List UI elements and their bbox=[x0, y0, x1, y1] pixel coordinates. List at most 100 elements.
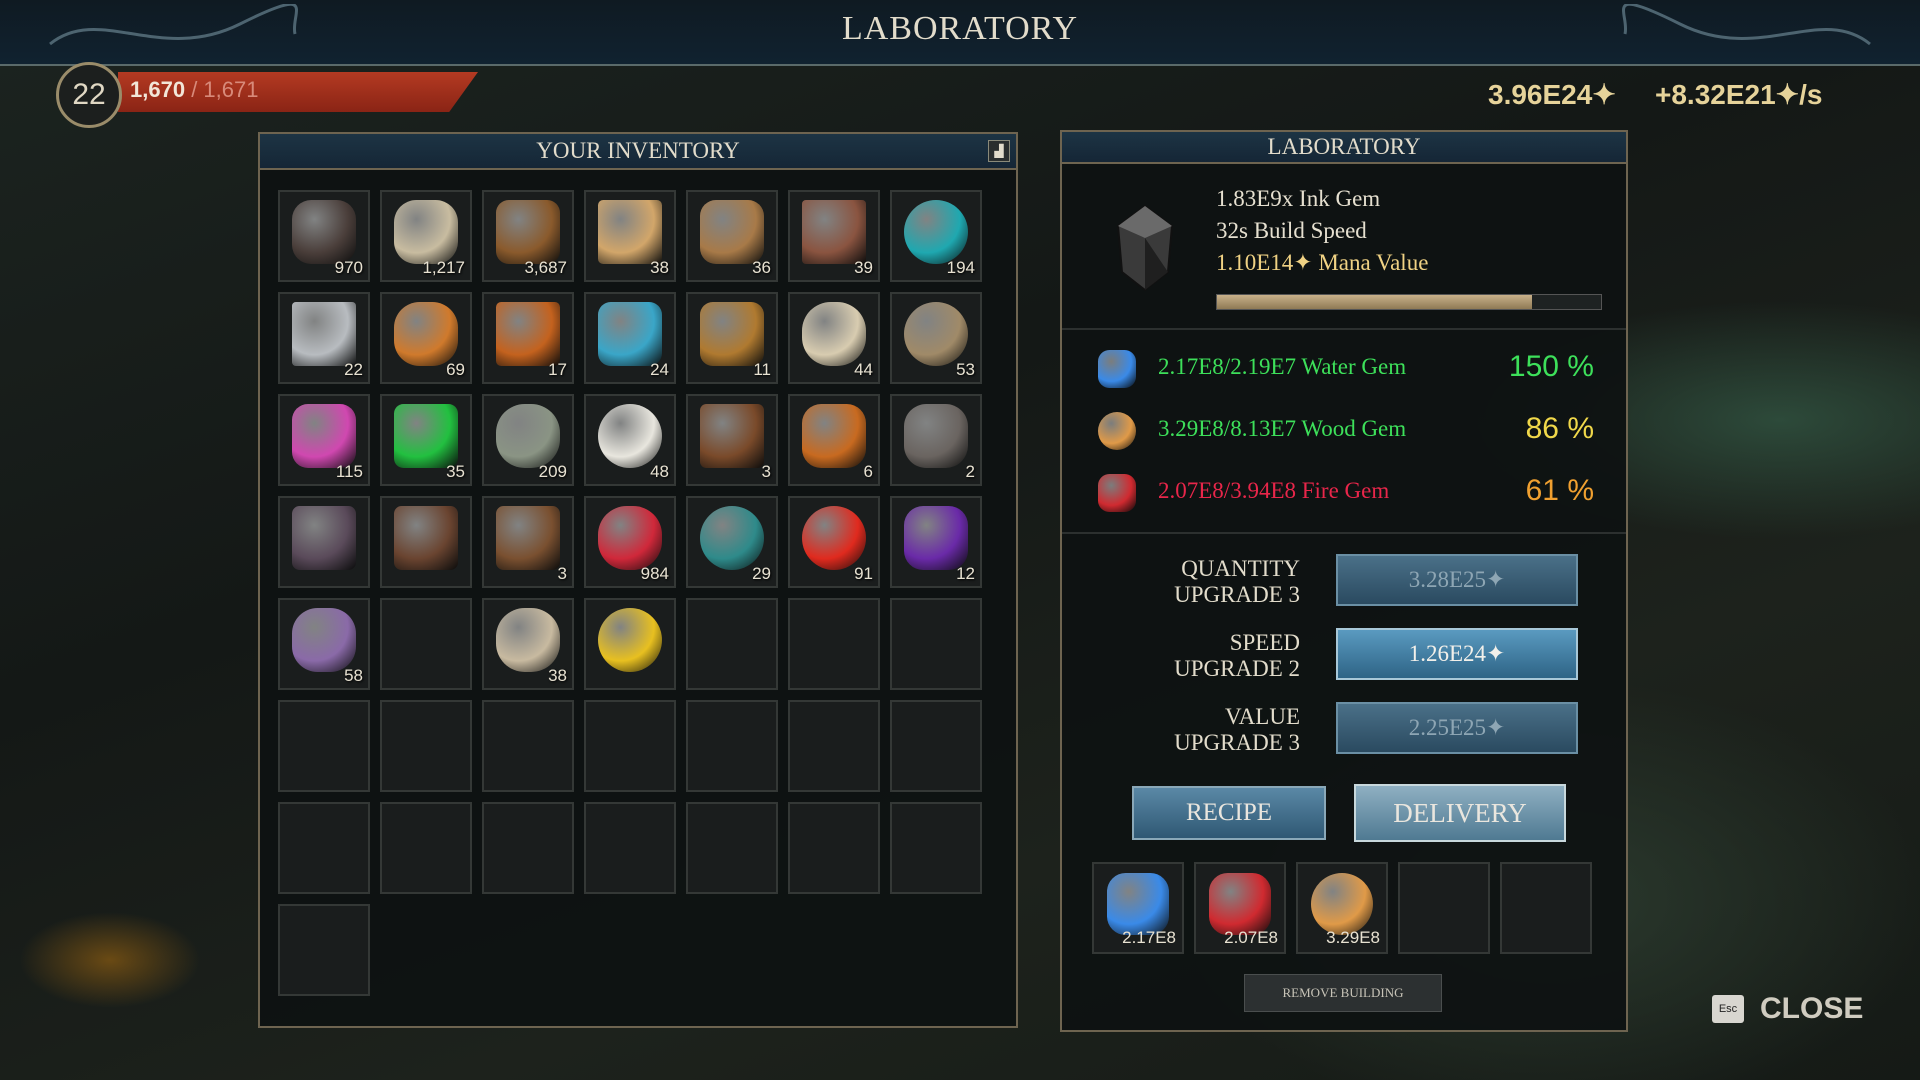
item-count: 12 bbox=[956, 564, 975, 583]
inventory-slot[interactable] bbox=[788, 598, 880, 690]
recipe-button[interactable]: RECIPE bbox=[1132, 786, 1326, 840]
remove-building-button[interactable]: REMOVE BUILDING bbox=[1244, 974, 1442, 1012]
divider bbox=[1062, 328, 1626, 330]
inventory-slot[interactable]: 24 bbox=[584, 292, 676, 384]
inventory-slot[interactable]: 3 bbox=[686, 394, 778, 486]
inventory-slot[interactable] bbox=[584, 802, 676, 894]
delivery-count: 2.17E8 bbox=[1122, 928, 1176, 947]
item-count: 22 bbox=[344, 360, 363, 379]
item-count: 2 bbox=[965, 462, 975, 481]
inventory-slot[interactable] bbox=[380, 700, 472, 792]
xp-readout: 1,670 / 1,671 bbox=[130, 77, 258, 103]
item-count: 17 bbox=[548, 360, 567, 379]
laboratory-panel: LABORATORY 1.83E9x Ink Gem 32s Build Spe… bbox=[1060, 130, 1628, 1032]
inventory-slot[interactable]: 44 bbox=[788, 292, 880, 384]
inventory-slot[interactable]: 91 bbox=[788, 496, 880, 588]
item-count: 3 bbox=[557, 564, 567, 583]
inventory-slot[interactable]: 58 bbox=[278, 598, 370, 690]
inventory-slot[interactable]: 1,217 bbox=[380, 190, 472, 282]
inventory-slot[interactable]: 17 bbox=[482, 292, 574, 384]
inventory-slot[interactable] bbox=[380, 496, 472, 588]
inventory-slot[interactable] bbox=[278, 496, 370, 588]
inventory-slot[interactable] bbox=[380, 598, 472, 690]
inventory-slot[interactable] bbox=[584, 598, 676, 690]
inventory-slot[interactable]: 3,687 bbox=[482, 190, 574, 282]
rock-icon bbox=[394, 200, 458, 264]
delivery-count: 3.29E8 bbox=[1326, 928, 1380, 947]
inventory-slot[interactable] bbox=[890, 802, 982, 894]
inventory-slot[interactable] bbox=[482, 700, 574, 792]
ink-gem-icon bbox=[1116, 204, 1174, 292]
inventory-slot[interactable]: 29 bbox=[686, 496, 778, 588]
inventory-slot[interactable]: 115 bbox=[278, 394, 370, 486]
upgrade-label-line: QUANTITY bbox=[1181, 556, 1300, 581]
delivery-slot[interactable]: 2.17E8 bbox=[1092, 862, 1184, 954]
esc-key-icon: Esc bbox=[1712, 995, 1744, 1023]
stone-icon bbox=[292, 200, 356, 264]
fire-gem-icon bbox=[1209, 873, 1271, 935]
upgrade-button[interactable]: 3.28E25✦ bbox=[1336, 554, 1578, 606]
inventory-slot[interactable]: 38 bbox=[482, 598, 574, 690]
inventory-slot[interactable] bbox=[686, 802, 778, 894]
inventory-slot[interactable] bbox=[278, 802, 370, 894]
inventory-slot[interactable] bbox=[890, 598, 982, 690]
upgrade-button[interactable]: 2.25E25✦ bbox=[1336, 702, 1578, 754]
delivery-slot[interactable]: 2.07E8 bbox=[1194, 862, 1286, 954]
inventory-slot[interactable] bbox=[788, 700, 880, 792]
inventory-slot[interactable]: 970 bbox=[278, 190, 370, 282]
inventory-slot[interactable] bbox=[482, 802, 574, 894]
stats-icon[interactable]: ▟ bbox=[988, 140, 1010, 162]
item-count: 36 bbox=[752, 258, 771, 277]
water-bucket-icon bbox=[598, 302, 662, 366]
mushroom-icon bbox=[496, 608, 560, 672]
inventory-slot[interactable]: 209 bbox=[482, 394, 574, 486]
delivery-slot[interactable]: 3.29E8 bbox=[1296, 862, 1388, 954]
inventory-slot[interactable]: 2 bbox=[890, 394, 982, 486]
item-count: 1,217 bbox=[422, 258, 465, 277]
input-gem-percent: 150 % bbox=[1508, 350, 1594, 383]
delivery-slot[interactable] bbox=[1398, 862, 1490, 954]
inventory-slot[interactable] bbox=[686, 598, 778, 690]
item-count: 91 bbox=[854, 564, 873, 583]
inventory-slot[interactable]: 38 bbox=[584, 190, 676, 282]
wood-gem-icon bbox=[1098, 412, 1136, 450]
product-build-speed: 32s Build Speed bbox=[1216, 218, 1367, 243]
banana-icon bbox=[598, 608, 662, 672]
inventory-slot[interactable] bbox=[686, 700, 778, 792]
mana-rate: +8.32E21✦/s bbox=[1655, 79, 1823, 110]
delivery-button[interactable]: DELIVERY bbox=[1354, 784, 1566, 842]
upgrade-label-line: UPGRADE 3 bbox=[1174, 730, 1300, 755]
inventory-slot[interactable] bbox=[380, 802, 472, 894]
inventory-slot[interactable]: 3 bbox=[482, 496, 574, 588]
inventory-slot[interactable] bbox=[278, 904, 370, 996]
inventory-slot[interactable] bbox=[584, 700, 676, 792]
item-count: 58 bbox=[344, 666, 363, 685]
item-count: 35 bbox=[446, 462, 465, 481]
inventory-slot[interactable] bbox=[890, 700, 982, 792]
inventory-slot[interactable] bbox=[788, 802, 880, 894]
inventory-slot[interactable]: 69 bbox=[380, 292, 472, 384]
laboratory-header: LABORATORY bbox=[1062, 132, 1626, 164]
delivery-slot[interactable] bbox=[1500, 862, 1592, 954]
inventory-slot[interactable]: 12 bbox=[890, 496, 982, 588]
inventory-slot[interactable]: 11 bbox=[686, 292, 778, 384]
inventory-slot[interactable]: 194 bbox=[890, 190, 982, 282]
item-count: 24 bbox=[650, 360, 669, 379]
inventory-slot[interactable] bbox=[278, 700, 370, 792]
inventory-slot[interactable]: 39 bbox=[788, 190, 880, 282]
inventory-slot[interactable]: 984 bbox=[584, 496, 676, 588]
inventory-slot[interactable]: 6 bbox=[788, 394, 880, 486]
inventory-slot[interactable]: 48 bbox=[584, 394, 676, 486]
tomato-icon bbox=[802, 506, 866, 570]
fire-gem-icon bbox=[1098, 474, 1136, 512]
close-control[interactable]: Esc CLOSE bbox=[1712, 992, 1863, 1026]
inventory-slot[interactable]: 22 bbox=[278, 292, 370, 384]
grape-barrel-icon bbox=[904, 506, 968, 570]
inventory-slot[interactable]: 36 bbox=[686, 190, 778, 282]
mana-total: 3.96E24✦ bbox=[1488, 79, 1616, 110]
inventory-slot[interactable]: 35 bbox=[380, 394, 472, 486]
iron-bar-icon bbox=[292, 302, 356, 366]
upgrade-button[interactable]: 1.26E24✦ bbox=[1336, 628, 1578, 680]
cotton-icon bbox=[598, 404, 662, 468]
inventory-slot[interactable]: 53 bbox=[890, 292, 982, 384]
